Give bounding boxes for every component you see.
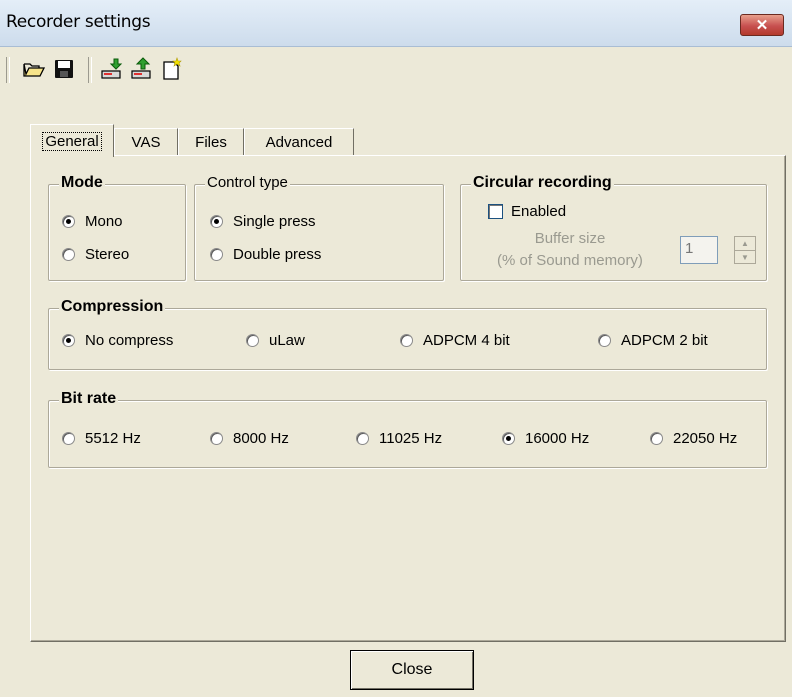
download-button[interactable] [100,57,124,81]
circular-recording-legend: Circular recording [471,174,614,192]
buffer-size-sublabel: (% of Sound memory) [497,252,643,269]
bitrate-22050-radio[interactable]: 22050 Hz [650,430,737,447]
open-button[interactable] [22,57,46,81]
bitrate-11025-radio[interactable]: 11025 Hz [356,430,442,447]
radio-indicator [356,432,369,445]
tab-advanced-label: Advanced [265,134,333,151]
new-button[interactable] [160,57,184,81]
bitrate-5512-label: 5512 Hz [85,430,141,447]
open-folder-icon [23,63,46,77]
compression-adpcm4-radio[interactable]: ADPCM 4 bit [400,332,510,349]
bitrate-5512-radio[interactable]: 5512 Hz [62,430,141,447]
window-title: Recorder settings [6,12,151,32]
bitrate-8000-radio[interactable]: 8000 Hz [210,430,289,447]
radio-indicator [502,432,515,445]
control-type-group: Control type [194,174,444,281]
close-button[interactable]: Close [350,650,474,690]
tab-files-label: Files [195,134,227,151]
radio-indicator [246,334,259,347]
circular-enabled-checkbox[interactable]: Enabled [488,203,566,220]
bitrate-8000-label: 8000 Hz [233,430,289,447]
radio-indicator [210,432,223,445]
bitrate-22050-label: 22050 Hz [673,430,738,447]
new-document-icon [163,57,182,80]
control-single-press-radio[interactable]: Single press [210,213,316,230]
compression-ulaw-label: uLaw [269,332,305,349]
window-close-button[interactable]: ✕ [740,14,784,36]
toolbar-grip [6,57,10,83]
compression-none-radio[interactable]: No compress [62,332,173,349]
radio-indicator [598,334,611,347]
tab-general[interactable]: General [30,124,114,157]
compression-none-label: No compress [85,332,174,349]
compression-adpcm4-label: ADPCM 4 bit [423,332,510,349]
radio-indicator [62,432,75,445]
radio-indicator [62,248,75,261]
save-button[interactable] [52,57,76,81]
control-double-press-label: Double press [233,246,322,263]
upload-button[interactable] [130,57,154,81]
tab-vas[interactable]: VAS [114,128,178,156]
bitrate-legend: Bit rate [59,390,119,408]
buffer-size-spinner[interactable]: ▲ ▼ [734,236,756,264]
compression-ulaw-radio[interactable]: uLaw [246,332,305,349]
radio-indicator [400,334,413,347]
control-double-press-radio[interactable]: Double press [210,246,321,263]
radio-indicator [650,432,663,445]
bitrate-11025-label: 11025 Hz [379,430,443,447]
checkbox-indicator [488,204,503,219]
spin-up-icon[interactable]: ▲ [735,237,755,251]
toolbar [0,47,792,91]
download-icon [101,58,123,79]
bitrate-16000-label: 16000 Hz [525,430,590,447]
close-button-label: Close [391,661,433,678]
toolbar-separator [88,57,92,83]
compression-legend: Compression [59,298,166,316]
radio-indicator [62,215,75,228]
mode-stereo-label: Stereo [85,246,130,263]
upload-icon [131,57,151,79]
tab-files[interactable]: Files [178,128,244,156]
buffer-size-label: Buffer size [534,230,606,247]
buffer-size-input[interactable]: 1 [680,236,718,264]
tab-vas-label: VAS [131,134,161,151]
mode-legend: Mode [59,174,105,192]
mode-mono-label: Mono [85,213,123,230]
radio-indicator [210,248,223,261]
title-bar[interactable]: Recorder settings ✕ [0,0,792,47]
radio-indicator [210,215,223,228]
compression-adpcm2-label: ADPCM 2 bit [621,332,708,349]
spin-down-icon[interactable]: ▼ [735,251,755,264]
control-single-press-label: Single press [233,213,316,230]
mode-mono-radio[interactable]: Mono [62,213,123,230]
tab-general-label: General [42,131,102,151]
control-type-legend: Control type [205,174,290,191]
mode-stereo-radio[interactable]: Stereo [62,246,129,263]
radio-indicator [62,334,75,347]
bitrate-16000-radio[interactable]: 16000 Hz [502,430,589,447]
circular-enabled-label: Enabled [511,203,567,220]
save-icon [55,60,73,78]
mode-group: Mode [48,174,186,281]
tab-advanced[interactable]: Advanced [244,128,354,156]
close-icon: ✕ [755,17,769,34]
compression-adpcm2-radio[interactable]: ADPCM 2 bit [598,332,708,349]
recorder-settings-window: Recorder settings ✕ General VAS Files Ad… [0,0,792,697]
